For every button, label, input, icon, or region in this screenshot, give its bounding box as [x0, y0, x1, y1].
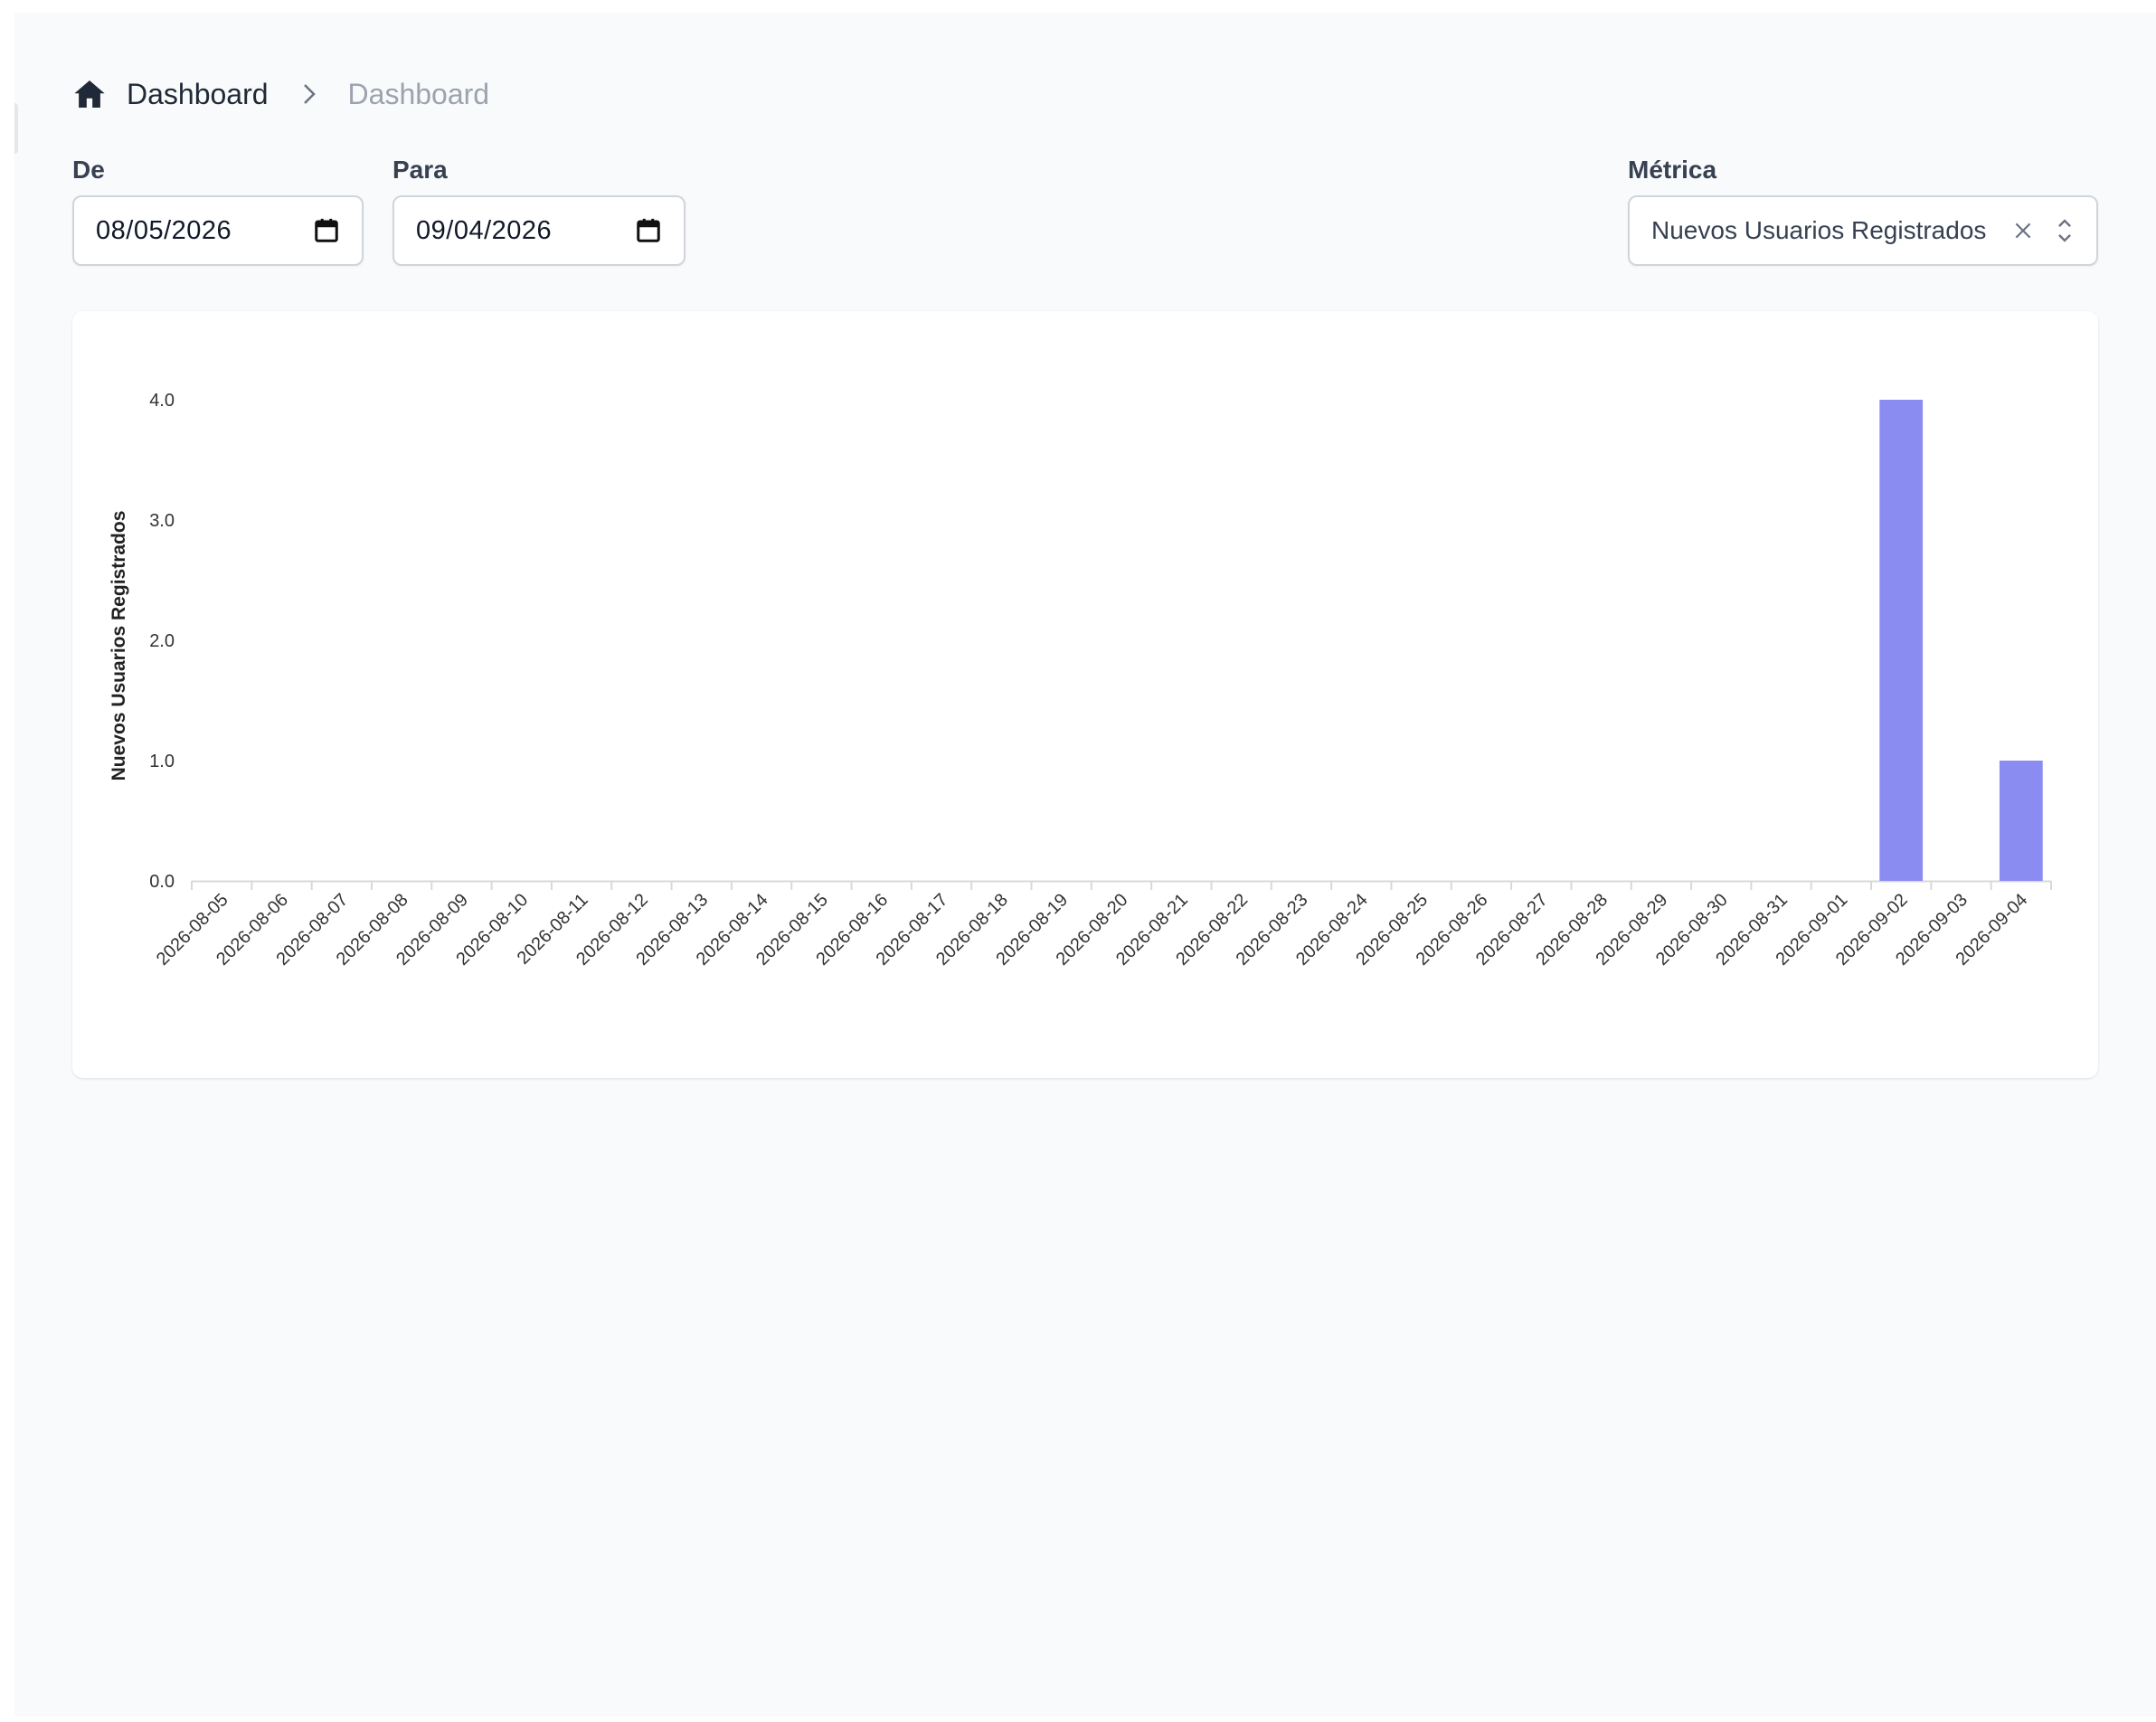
clear-icon[interactable]	[2011, 219, 2035, 242]
from-date-value: 08/05/2026	[96, 215, 232, 245]
metric-select[interactable]: Nuevos Usuarios Registrados	[1628, 195, 2098, 266]
bar	[1999, 761, 2043, 881]
chart-card: 0.0 1.0 2.0 3.0 4.0 Nuevos Usuarios Registrad…	[72, 311, 2098, 1078]
bar	[1879, 400, 1924, 881]
breadcrumb: Dashboard Dashboard	[72, 74, 489, 114]
from-date-input[interactable]: 08/05/2026	[72, 195, 364, 266]
metric-label: Métrica	[1628, 156, 1717, 184]
breadcrumb-current: Dashboard	[347, 77, 490, 110]
y-tick-label: 0.0	[149, 872, 175, 892]
calendar-icon[interactable]	[313, 217, 340, 244]
sidebar-edge-handle[interactable]	[14, 103, 18, 154]
chevron-up-down-icon[interactable]	[2051, 215, 2078, 246]
chevron-right-icon	[296, 80, 323, 108]
from-date-label: De	[72, 156, 105, 184]
to-date-input[interactable]: 09/04/2026	[392, 195, 686, 266]
to-date-label: Para	[392, 156, 448, 184]
y-tick-label: 4.0	[149, 391, 175, 411]
y-tick-label: 2.0	[149, 631, 175, 651]
y-tick-label: 1.0	[149, 752, 175, 771]
home-icon[interactable]	[72, 77, 107, 111]
breadcrumb-item-dashboard[interactable]: Dashboard	[127, 78, 269, 111]
y-axis-label: Nuevos Usuarios Registrados	[109, 511, 129, 781]
metric-selected-value: Nuevos Usuarios Registrados	[1651, 216, 1987, 244]
y-tick-label: 3.0	[149, 511, 175, 531]
to-date-value: 09/04/2026	[416, 215, 553, 245]
calendar-icon[interactable]	[635, 217, 662, 244]
bar-chart: 0.0 1.0 2.0 3.0 4.0 Nuevos Usuarios Registrad…	[109, 391, 2052, 970]
